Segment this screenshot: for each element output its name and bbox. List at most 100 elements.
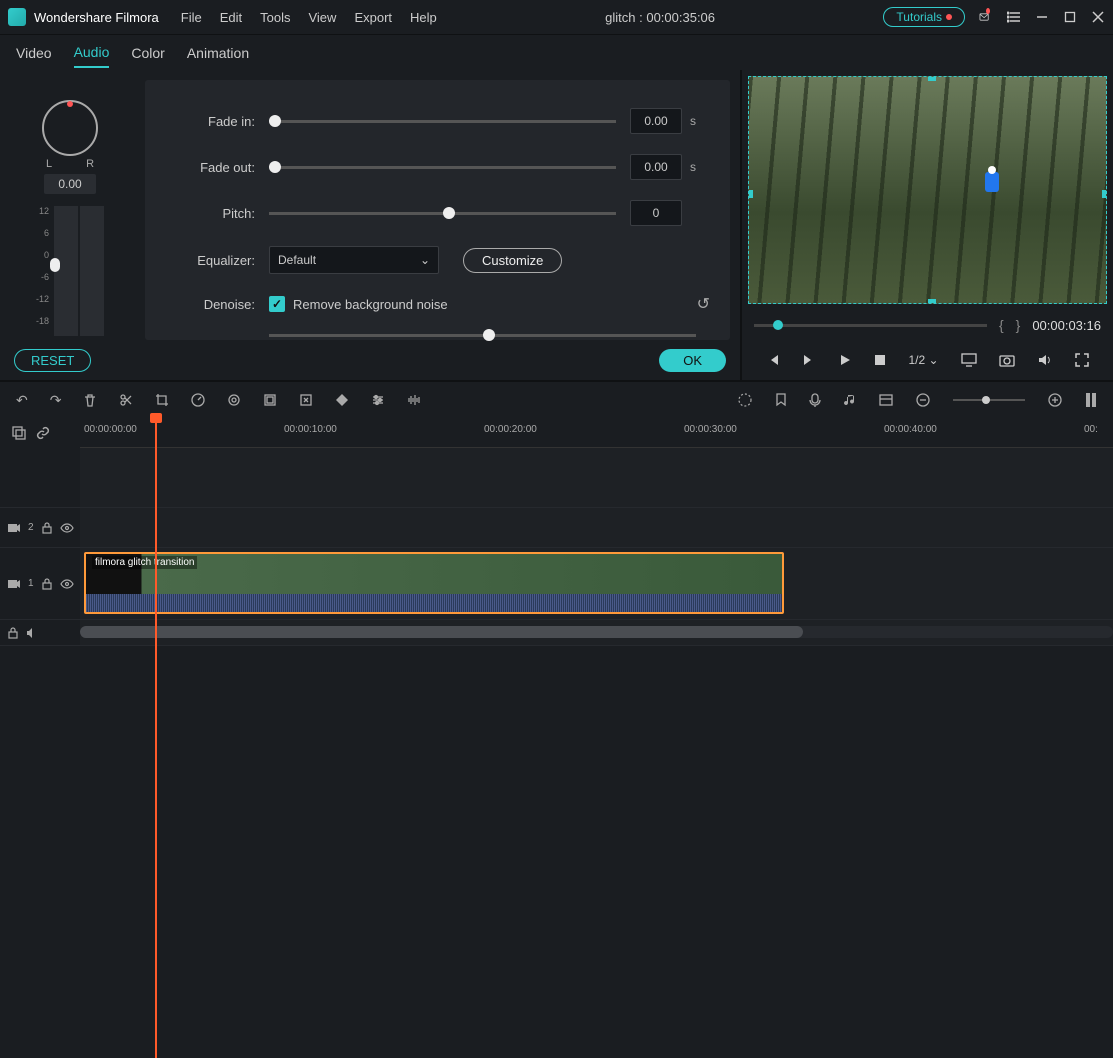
notification-dot-icon — [986, 8, 990, 14]
menu-help[interactable]: Help — [410, 10, 437, 25]
mixer-button[interactable] — [737, 392, 753, 408]
timeline-scrollbar[interactable] — [80, 626, 1113, 638]
zoom-out-button[interactable] — [915, 392, 931, 408]
denoise-checkbox[interactable]: ✓ — [269, 296, 285, 312]
timeline-track-1: 1 filmora glitch transition — [0, 548, 1113, 620]
ok-button[interactable]: OK — [659, 349, 726, 372]
zoom-in-button[interactable] — [1047, 392, 1063, 408]
app-name: Wondershare Filmora — [34, 10, 159, 25]
denoise-slider[interactable] — [269, 334, 696, 337]
tab-video[interactable]: Video — [16, 39, 52, 67]
eye-icon[interactable] — [60, 579, 74, 589]
tutorials-button[interactable]: Tutorials — [883, 7, 965, 27]
menu-export[interactable]: Export — [354, 10, 392, 25]
speed-button[interactable] — [191, 393, 205, 407]
next-frame-button[interactable] — [802, 353, 816, 367]
track-body[interactable] — [80, 620, 1113, 645]
play-button[interactable] — [838, 353, 852, 367]
reset-icon[interactable]: ↺ — [697, 294, 710, 314]
track-number: 2 — [28, 522, 34, 533]
playback-speed[interactable]: 1/2 ⌄ — [908, 353, 938, 367]
timeline-clip[interactable]: filmora glitch transition — [84, 552, 784, 614]
vu-tick: -12 — [36, 294, 49, 304]
lock-icon[interactable] — [42, 522, 52, 534]
playhead[interactable] — [155, 418, 157, 1058]
tab-color[interactable]: Color — [131, 39, 164, 67]
pan-left-label: L — [46, 158, 52, 170]
add-track-button[interactable] — [12, 426, 26, 440]
track-body[interactable] — [80, 508, 1113, 547]
tutorials-label: Tutorials — [896, 10, 942, 24]
fit-button[interactable] — [1085, 392, 1097, 408]
fadeout-slider[interactable] — [269, 166, 616, 169]
delete-button[interactable] — [83, 393, 97, 407]
keyframe-button[interactable] — [335, 393, 349, 407]
preview-viewport[interactable] — [748, 76, 1107, 304]
tab-audio[interactable]: Audio — [74, 38, 110, 68]
fadein-slider[interactable] — [269, 120, 616, 123]
track-body[interactable]: filmora glitch transition — [80, 548, 1113, 619]
volume-icon[interactable] — [1037, 353, 1053, 367]
color-button[interactable] — [227, 393, 241, 407]
music-button[interactable] — [843, 393, 857, 407]
link-button[interactable] — [36, 426, 50, 440]
vu-tick: -18 — [36, 316, 49, 326]
fadeout-label: Fade out: — [165, 160, 255, 175]
ruler-tick: 00:00:40:00 — [884, 424, 937, 435]
audio-wave-button[interactable] — [407, 393, 421, 407]
pitch-slider[interactable] — [269, 212, 616, 215]
record-button[interactable] — [809, 393, 821, 407]
fullscreen-icon[interactable] — [1075, 353, 1089, 367]
marker-button[interactable] — [775, 393, 787, 407]
adjust-button[interactable] — [371, 393, 385, 407]
zoom-slider[interactable] — [953, 399, 1025, 401]
timeline: 00:00:00:00 00:00:10:00 00:00:20:00 00:0… — [0, 418, 1113, 646]
display-icon[interactable] — [961, 353, 977, 367]
menu-edit[interactable]: Edit — [220, 10, 242, 25]
preview-progress-slider[interactable] — [754, 324, 987, 327]
lock-icon[interactable] — [42, 578, 52, 590]
menu-bar: File Edit Tools View Export Help — [181, 10, 437, 25]
fadeout-value[interactable]: 0.00 — [630, 154, 682, 180]
prev-frame-button[interactable] — [766, 353, 780, 367]
mail-icon[interactable] — [979, 10, 993, 24]
fadein-value[interactable]: 0.00 — [630, 108, 682, 134]
timeline-ruler[interactable]: 00:00:00:00 00:00:10:00 00:00:20:00 00:0… — [80, 418, 1113, 448]
track-number: 1 — [28, 578, 34, 589]
list-icon[interactable] — [1007, 10, 1021, 24]
pitch-value[interactable]: 0 — [630, 200, 682, 226]
redo-button[interactable]: ↷ — [50, 392, 62, 409]
volume-slider[interactable] — [50, 258, 60, 272]
expand-button[interactable] — [299, 393, 313, 407]
ruler-tick: 00:00:00:00 — [84, 424, 137, 435]
close-button[interactable] — [1091, 10, 1105, 24]
stop-button[interactable] — [874, 354, 886, 366]
menu-view[interactable]: View — [308, 10, 336, 25]
maximize-button[interactable] — [1063, 10, 1077, 24]
equalizer-select[interactable]: Default ⌄ — [269, 246, 439, 274]
customize-button[interactable]: Customize — [463, 248, 562, 273]
minimize-button[interactable] — [1035, 10, 1049, 24]
layout-button[interactable] — [879, 394, 893, 406]
title-bar: Wondershare Filmora File Edit Tools View… — [0, 0, 1113, 35]
brace-open-icon[interactable]: { — [999, 317, 1004, 333]
menu-file[interactable]: File — [181, 10, 202, 25]
ruler-tick: 00:00:10:00 — [284, 424, 337, 435]
crop-button[interactable] — [155, 393, 169, 407]
split-button[interactable] — [119, 393, 133, 407]
tab-animation[interactable]: Animation — [187, 39, 249, 67]
lock-icon[interactable] — [8, 627, 18, 639]
track-body[interactable] — [80, 448, 1113, 507]
eye-icon[interactable] — [60, 523, 74, 533]
undo-button[interactable]: ↶ — [16, 392, 28, 409]
menu-tools[interactable]: Tools — [260, 10, 290, 25]
brace-close-icon[interactable]: } — [1016, 317, 1021, 333]
reset-button[interactable]: RESET — [14, 349, 91, 372]
pitch-label: Pitch: — [165, 206, 255, 221]
video-track-icon — [8, 578, 20, 590]
speaker-icon[interactable] — [26, 627, 38, 639]
greenscreen-button[interactable] — [263, 393, 277, 407]
vu-tick: 0 — [36, 250, 49, 260]
pan-knob[interactable] — [42, 100, 98, 156]
snapshot-icon[interactable] — [999, 353, 1015, 367]
